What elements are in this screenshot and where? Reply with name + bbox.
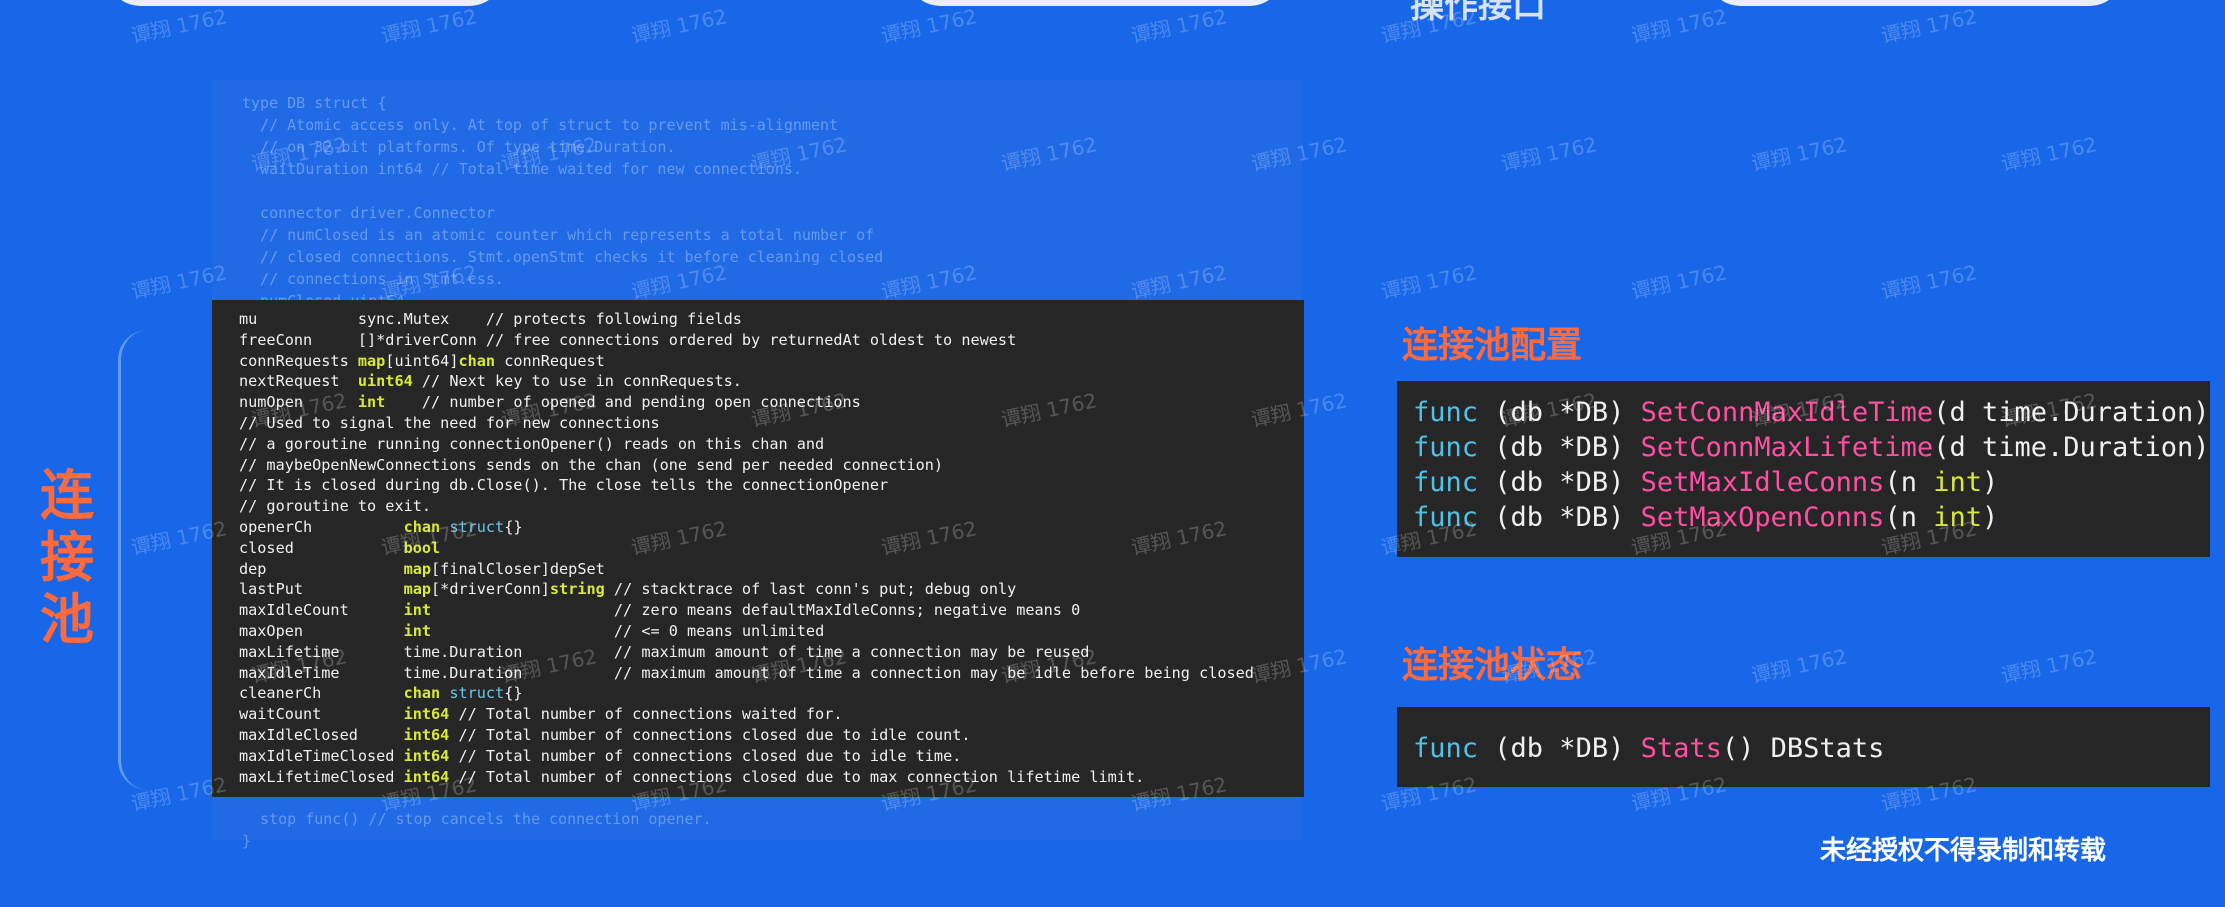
watermark: 谭翔 1762 xyxy=(1748,644,1850,688)
code-line: maxIdleClosed int64 // Total number of c… xyxy=(239,725,971,744)
func-signature: func (db *DB) SetConnMaxLifetime(d time.… xyxy=(1413,432,2210,463)
watermark: 谭翔 1762 xyxy=(628,4,730,48)
faded-code-line: // numClosed is an atomic counter which … xyxy=(242,226,875,244)
watermark: 谭翔 1762 xyxy=(1878,260,1980,304)
func-signature: func (db *DB) SetMaxIdleConns(n int) xyxy=(1413,467,1999,498)
code-line: maxIdleTimeClosed int64 // Total number … xyxy=(239,746,962,765)
code-line: cleanerCh chan struct{} xyxy=(239,684,523,703)
watermark: 谭翔 1762 xyxy=(1128,4,1230,48)
top-card-right xyxy=(1705,0,2125,6)
watermark: 谭翔 1762 xyxy=(1378,260,1480,304)
code-line: freeConn []*driverConn // free connectio… xyxy=(239,330,1017,349)
pool-config-title: 连接池配置 xyxy=(1402,325,1583,366)
code-line: maxIdleCount int // zero means defaultMa… xyxy=(239,601,1081,620)
code-line: // maybeOpenNewConnections sends on the … xyxy=(239,455,944,474)
code-line: connRequests map[uint64]chan connRequest xyxy=(239,351,605,370)
side-label: 连接池 xyxy=(40,464,94,651)
watermark: 谭翔 1762 xyxy=(1878,4,1980,48)
code-line: lastPut map[*driverConn]string // stackt… xyxy=(239,580,1017,599)
watermark: 谭翔 1762 xyxy=(378,4,480,48)
code-line: // a goroutine running connectionOpener(… xyxy=(239,434,825,453)
watermark: 谭翔 1762 xyxy=(1998,132,2100,176)
watermark: 谭翔 1762 xyxy=(1498,132,1600,176)
faded-code-line: // closed connections. Stmt.openStmt che… xyxy=(242,248,884,266)
copyright-notice: 未经授权不得录制和转载 xyxy=(1820,836,2107,866)
func-signature: func (db *DB) Stats() DBStats xyxy=(1413,733,1885,764)
watermark: 谭翔 1762 xyxy=(1748,132,1850,176)
faded-code-line: } xyxy=(242,832,252,850)
code-line: // goroutine to exit. xyxy=(239,497,432,516)
watermark: 谭翔 1762 xyxy=(1628,260,1730,304)
faded-code-line: type DB struct { xyxy=(242,94,387,112)
pool-status-code-box: func (db *DB) Stats() DBStats xyxy=(1397,707,2210,787)
code-line: dep map[finalCloser]depSet xyxy=(239,559,605,578)
code-line: // It is closed during db.Close(). The c… xyxy=(239,476,889,495)
watermark: 谭翔 1762 xyxy=(128,4,230,48)
watermark: 谭翔 1762 xyxy=(1628,4,1730,48)
code-line: maxOpen int // <= 0 means unlimited xyxy=(239,621,825,640)
code-line: nextRequest uint64 // Next key to use in… xyxy=(239,372,742,391)
watermark: 谭翔 1762 xyxy=(1998,644,2100,688)
code-line: waitCount int64 // Total number of conne… xyxy=(239,705,843,724)
faded-code-line: connector driver.Connector xyxy=(242,204,495,222)
watermark: 谭翔 1762 xyxy=(878,4,980,48)
func-signature: func (db *DB) SetMaxOpenConns(n int) xyxy=(1413,502,1999,533)
code-line: mu sync.Mutex // protects following fiel… xyxy=(239,310,742,328)
